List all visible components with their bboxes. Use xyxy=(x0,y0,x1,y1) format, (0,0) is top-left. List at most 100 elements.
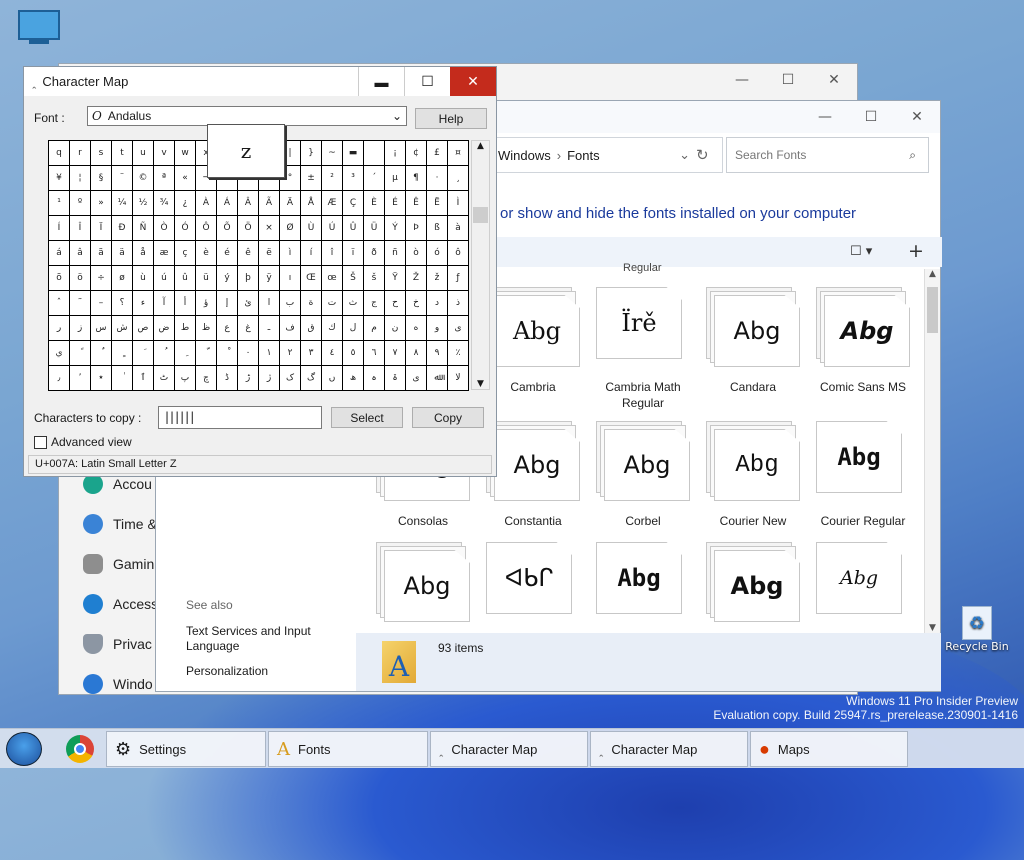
font-tile-cambria-math[interactable]: Ïrě xyxy=(596,287,688,367)
char-cell[interactable]: t xyxy=(112,141,133,166)
char-cell[interactable]: ² xyxy=(322,166,343,191)
char-cell[interactable]: ñ xyxy=(385,241,406,266)
char-cell[interactable]: è xyxy=(196,241,217,266)
font-tile-courier-regular[interactable]: Abg xyxy=(816,421,908,501)
char-cell[interactable]: ؟ xyxy=(112,291,133,316)
char-cell[interactable]: ¸ xyxy=(448,166,469,191)
char-cell[interactable]: ë xyxy=(259,241,280,266)
char-cell[interactable]: Þ xyxy=(406,216,427,241)
char-cell[interactable]: ف xyxy=(280,316,301,341)
char-cell[interactable]: Ž xyxy=(406,266,427,291)
char-cell[interactable]: ô xyxy=(448,241,469,266)
char-cell[interactable]: ¨ xyxy=(112,166,133,191)
char-cell[interactable]: ئ xyxy=(238,291,259,316)
char-cell[interactable]: ي xyxy=(49,341,70,366)
help-button[interactable]: Help xyxy=(415,108,487,129)
chevron-down-icon[interactable]: ⌄ xyxy=(679,147,690,163)
char-cell[interactable]: ﻻ xyxy=(448,366,469,391)
font-tile[interactable]: Abg xyxy=(816,542,908,622)
char-cell[interactable]: ط xyxy=(175,316,196,341)
char-cell[interactable]: ٩ xyxy=(427,341,448,366)
char-cell[interactable]: ¾ xyxy=(154,191,175,216)
char-cell[interactable] xyxy=(364,141,385,166)
char-cell[interactable]: ٫ xyxy=(49,366,70,391)
char-cell[interactable]: æ xyxy=(154,241,175,266)
char-cell[interactable]: ك xyxy=(322,316,343,341)
char-cell[interactable]: ¶ xyxy=(406,166,427,191)
char-cell[interactable]: چ xyxy=(196,366,217,391)
char-cell[interactable]: ل xyxy=(343,316,364,341)
char-cell[interactable]: Ç xyxy=(343,191,364,216)
char-cell[interactable]: ê xyxy=(238,241,259,266)
char-cell[interactable]: ھ xyxy=(343,366,364,391)
char-cell[interactable]: آ xyxy=(154,291,175,316)
char-cell[interactable]: ب xyxy=(280,291,301,316)
char-cell[interactable]: ▬ xyxy=(343,141,364,166)
char-cell[interactable]: ˆ xyxy=(49,291,70,316)
char-cell[interactable]: ª xyxy=(154,166,175,191)
char-cell[interactable]: ÷ xyxy=(91,266,112,291)
char-cell[interactable]: إ xyxy=(217,291,238,316)
char-cell[interactable]: د xyxy=(427,291,448,316)
char-cell[interactable]: ٧ xyxy=(385,341,406,366)
char-cell[interactable]: Â xyxy=(238,191,259,216)
advanced-view-checkbox[interactable]: Advanced view xyxy=(34,435,132,449)
char-cell[interactable]: µ xyxy=(385,166,406,191)
char-cell[interactable]: ١ xyxy=(259,341,280,366)
char-cell[interactable]: ü xyxy=(196,266,217,291)
search-input[interactable]: Search Fonts ⌕ xyxy=(726,137,929,173)
char-cell[interactable]: Õ xyxy=(217,216,238,241)
char-cell[interactable]: È xyxy=(364,191,385,216)
char-cell[interactable]: Ô xyxy=(196,216,217,241)
char-cell[interactable]: ح xyxy=(385,291,406,316)
taskbar-maps[interactable]: ● Maps xyxy=(750,731,908,767)
close-button[interactable]: ✕ xyxy=(811,64,857,96)
char-cell[interactable]: ُ xyxy=(154,341,175,366)
char-cell[interactable]: ï xyxy=(343,241,364,266)
char-cell[interactable]: ه xyxy=(406,316,427,341)
char-cell[interactable]: Ï xyxy=(91,216,112,241)
char-cell[interactable]: غ xyxy=(238,316,259,341)
maximize-button[interactable]: ☐ xyxy=(848,101,894,133)
char-cell[interactable]: ت xyxy=(322,291,343,316)
char-cell[interactable]: Ø xyxy=(280,216,301,241)
char-cell[interactable]: } xyxy=(301,141,322,166)
char-cell[interactable]: Ú xyxy=(322,216,343,241)
char-cell[interactable]: ذ xyxy=(448,291,469,316)
char-cell[interactable]: r xyxy=(70,141,91,166)
char-cell[interactable]: ڑ xyxy=(238,366,259,391)
char-cell[interactable]: à xyxy=(448,216,469,241)
char-cell[interactable]: ڈ xyxy=(217,366,238,391)
char-cell[interactable]: ý xyxy=(217,266,238,291)
char-cell[interactable]: ¿ xyxy=(175,191,196,216)
char-cell[interactable]: ٣ xyxy=(301,341,322,366)
char-cell[interactable]: ž xyxy=(427,266,448,291)
breadcrumb-windows[interactable]: Windows xyxy=(498,148,551,163)
chrome-icon[interactable] xyxy=(66,735,94,763)
char-cell[interactable]: ٪ xyxy=(448,341,469,366)
char-cell[interactable]: v xyxy=(154,141,175,166)
char-cell[interactable]: ٢ xyxy=(280,341,301,366)
font-tile-comic-sans[interactable]: Abg xyxy=(816,287,910,367)
char-cell[interactable]: ٤ xyxy=(322,341,343,366)
font-tile-cambria[interactable]: Abg xyxy=(486,287,580,367)
char-cell[interactable]: خ xyxy=(406,291,427,316)
char-cell[interactable]: · xyxy=(427,166,448,191)
scrollbar-thumb[interactable] xyxy=(927,287,938,333)
char-cell[interactable]: Î xyxy=(70,216,91,241)
checkbox-box[interactable] xyxy=(34,435,47,449)
char-cell[interactable]: ص xyxy=(133,316,154,341)
font-select[interactable]: O Andalus ⌄ xyxy=(87,106,407,126)
char-cell[interactable]: w xyxy=(175,141,196,166)
char-cell[interactable]: Ó xyxy=(175,216,196,241)
char-cell[interactable]: á xyxy=(49,241,70,266)
maximize-button[interactable]: ☐ xyxy=(765,64,811,96)
char-cell[interactable]: ٬ xyxy=(70,366,91,391)
char-cell[interactable]: û xyxy=(175,266,196,291)
font-tile-constantia[interactable]: Abg xyxy=(486,421,580,501)
char-cell[interactable]: Š xyxy=(343,266,364,291)
char-cell[interactable]: Í xyxy=(49,216,70,241)
char-cell[interactable]: u xyxy=(133,141,154,166)
char-cell[interactable]: و xyxy=(427,316,448,341)
char-cell[interactable]: ± xyxy=(301,166,322,191)
